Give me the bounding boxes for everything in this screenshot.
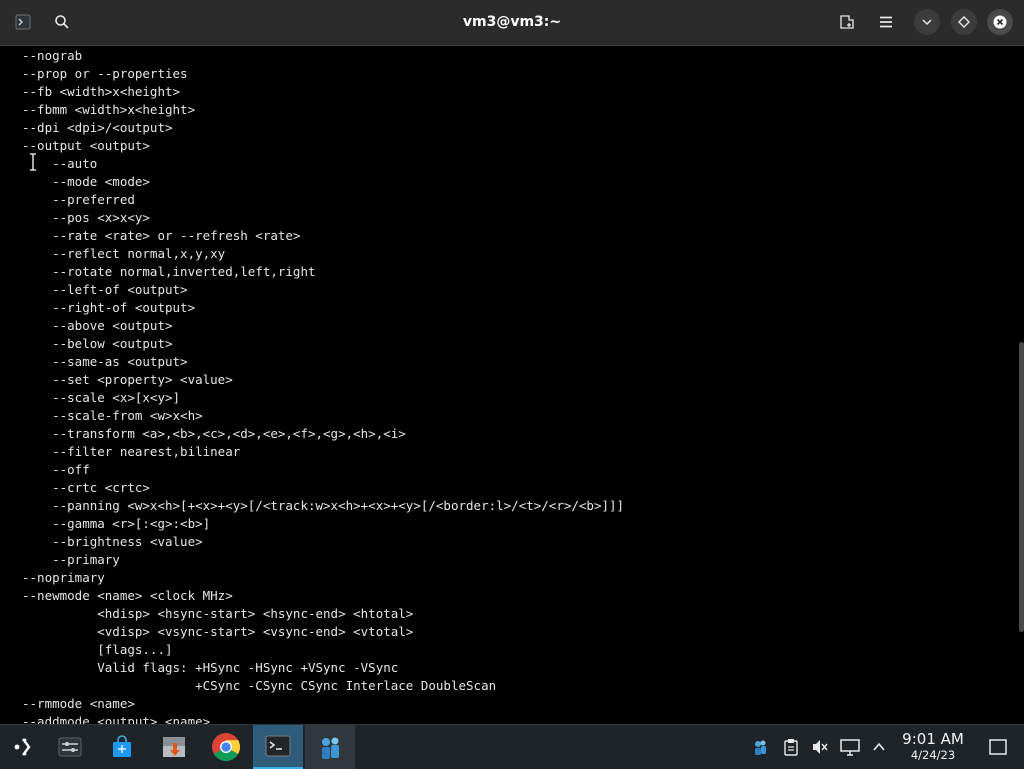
- terminal-line: --same-as <output>: [22, 354, 188, 369]
- system-settings-icon[interactable]: [46, 725, 94, 769]
- clock-time: 9:01 AM: [902, 730, 964, 748]
- terminal-line: --preferred: [22, 192, 135, 207]
- terminal-line: Valid flags: +HSync -HSync +VSync -VSync: [22, 660, 399, 675]
- tray-expand-icon[interactable]: [868, 736, 890, 758]
- terminal-line: --dpi <dpi>/<output>: [22, 120, 173, 135]
- volume-muted-icon[interactable]: [809, 736, 831, 758]
- show-desktop-icon[interactable]: [987, 736, 1009, 758]
- terminal-scrollbar[interactable]: [1019, 342, 1024, 632]
- clock-date: 4/24/23: [910, 748, 956, 762]
- terminal-line: --scale-from <w>x<h>: [22, 408, 203, 423]
- terminal-line: --scale <x>[x<y>]: [22, 390, 181, 405]
- terminal-line: [flags...]: [22, 642, 173, 657]
- close-icon[interactable]: [987, 9, 1013, 35]
- package-manager-icon[interactable]: [150, 725, 198, 769]
- display-icon[interactable]: [839, 736, 861, 758]
- terminal-app-icon[interactable]: [10, 9, 36, 35]
- terminal-line: --auto: [22, 156, 98, 171]
- terminal-line: --nograb: [22, 48, 83, 63]
- window-title: vm3@vm3:~: [462, 14, 562, 30]
- terminal-line: --prop or --properties: [22, 66, 188, 81]
- terminal-line: --pos <x>x<y>: [22, 210, 150, 225]
- terminal-line: --rate <rate> or --refresh <rate>: [22, 228, 301, 243]
- terminal-line: --addmode <output> <name>: [22, 714, 211, 724]
- terminal-output[interactable]: --nograb --prop or --properties --fb <widt…: [0, 46, 1024, 724]
- terminal-line: --noprimary: [22, 570, 105, 585]
- terminal-line: --rmmode <name>: [22, 696, 135, 711]
- terminal-line: --panning <w>x<h>[+<x>+<y>[/<track:w>x<h…: [22, 498, 625, 513]
- maximize-icon[interactable]: [951, 9, 977, 35]
- terminal-line: --mode <mode>: [22, 174, 150, 189]
- terminal-lines: --nograb --prop or --properties --fb <widt…: [22, 47, 624, 724]
- terminal-line: --right-of <output>: [22, 300, 196, 315]
- clipboard-icon[interactable]: [780, 736, 802, 758]
- text-cursor-icon: [28, 153, 38, 171]
- terminal-line: <vdisp> <vsync-start> <vsync-end> <vtota…: [22, 624, 414, 639]
- new-tab-icon[interactable]: [834, 9, 860, 35]
- terminal-line: --brightness <value>: [22, 534, 203, 549]
- terminal-line: --filter nearest,bilinear: [22, 444, 241, 459]
- terminal-line: --set <property> <value>: [22, 372, 233, 387]
- clock[interactable]: 9:01 AM 4/24/23: [894, 730, 972, 763]
- terminal-line: --above <output>: [22, 318, 173, 333]
- vm-tools-icon[interactable]: [749, 736, 771, 758]
- terminal-line: --fbmm <width>x<height>: [22, 102, 196, 117]
- application-launcher-icon[interactable]: [0, 725, 48, 769]
- discover-store-icon[interactable]: [98, 725, 146, 769]
- terminal-line: --transform <a>,<b>,<c>,<d>,<e>,<f>,<g>,…: [22, 426, 406, 441]
- terminal-line: --reflect normal,x,y,xy: [22, 246, 226, 261]
- terminal-line: --crtc <crtc>: [22, 480, 150, 495]
- taskbar: 9:01 AM 4/24/23: [0, 724, 1024, 769]
- terminal-line: +CSync -CSync CSync Interlace DoubleScan: [22, 678, 497, 693]
- terminal-line: --below <output>: [22, 336, 173, 351]
- search-icon[interactable]: [49, 9, 75, 35]
- network-app-icon[interactable]: [305, 725, 355, 769]
- terminal-line: --primary: [22, 552, 120, 567]
- terminal-icon[interactable]: [253, 725, 303, 769]
- menu-icon[interactable]: [873, 9, 899, 35]
- window-titlebar[interactable]: vm3@vm3:~: [0, 0, 1024, 46]
- terminal-line: --output <output>: [22, 138, 150, 153]
- terminal-line: --newmode <name> <clock MHz>: [22, 588, 233, 603]
- chrome-icon[interactable]: [202, 725, 250, 769]
- terminal-line: --fb <width>x<height>: [22, 84, 181, 99]
- minimize-icon[interactable]: [914, 9, 940, 35]
- terminal-line: <hdisp> <hsync-start> <hsync-end> <htota…: [22, 606, 414, 621]
- terminal-line: --off: [22, 462, 90, 477]
- terminal-line: --gamma <r>[:<g>:<b>]: [22, 516, 211, 531]
- terminal-line: --left-of <output>: [22, 282, 188, 297]
- terminal-line: --rotate normal,inverted,left,right: [22, 264, 316, 279]
